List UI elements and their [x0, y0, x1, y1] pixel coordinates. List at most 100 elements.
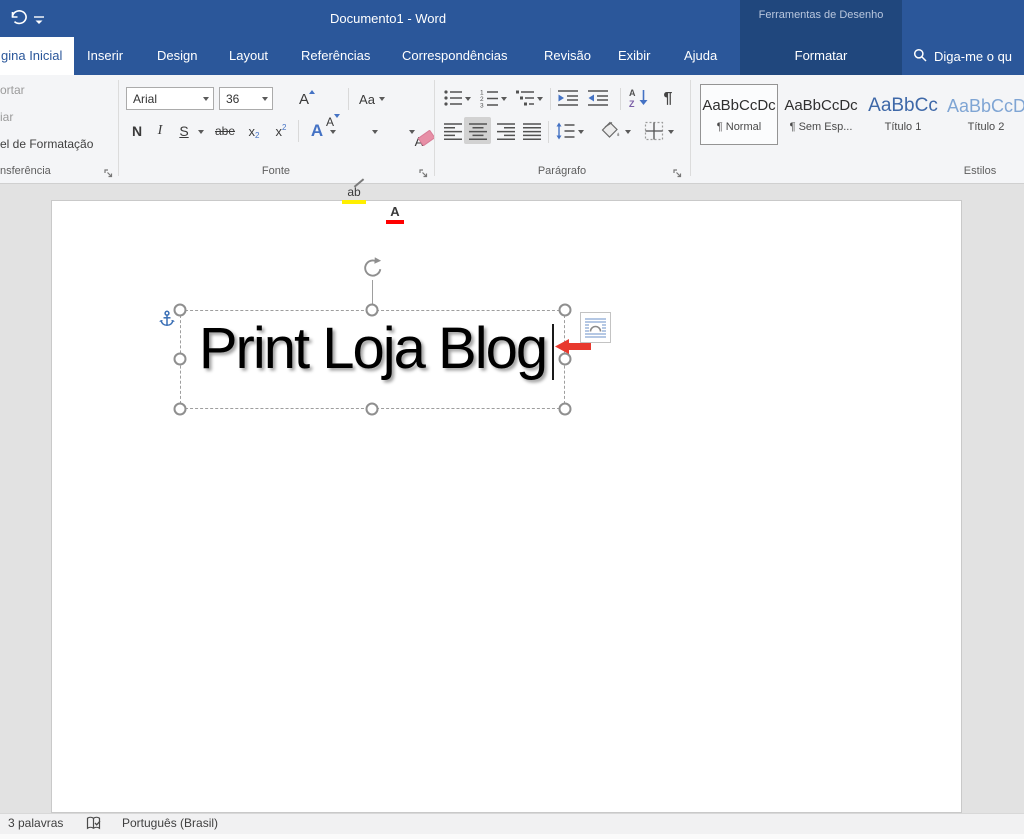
multilevel-list-icon[interactable] — [515, 88, 535, 113]
tab-referencias[interactable]: Referências — [301, 37, 370, 75]
shading-bucket-icon[interactable] — [600, 120, 622, 147]
separator — [550, 88, 551, 110]
window-title: Documento1 - Word — [330, 0, 446, 37]
tab-pagina-inicial[interactable]: gina Inicial — [0, 37, 74, 75]
line-spacing-icon[interactable] — [555, 121, 575, 146]
sort-icon[interactable]: A Z — [628, 87, 650, 114]
highlight-color-button[interactable]: ab — [342, 183, 366, 203]
anchor-icon — [159, 310, 175, 333]
decrease-indent-icon[interactable] — [557, 88, 579, 113]
style-card-normal[interactable]: AaBbCcDc ¶ Normal — [700, 84, 778, 145]
underline-button[interactable]: S — [176, 120, 192, 142]
highlight-color-bar — [342, 200, 366, 204]
handle-top-left[interactable] — [174, 304, 187, 317]
tab-layout[interactable]: Layout — [229, 37, 268, 75]
annotation-arrow-icon — [555, 339, 591, 359]
caret-up-icon — [309, 90, 315, 94]
separator — [298, 120, 299, 142]
line-spacing-chevron-icon[interactable] — [578, 130, 584, 134]
text-effects-chevron-icon[interactable] — [330, 130, 336, 134]
tab-design[interactable]: Design — [157, 37, 197, 75]
superscript-button[interactable]: x2 — [270, 120, 292, 142]
paragraph-dialog-launcher-icon[interactable] — [673, 166, 683, 184]
font-size-combobox[interactable]: 36 — [219, 87, 273, 110]
justify-icon[interactable] — [522, 121, 542, 146]
separator — [348, 88, 349, 110]
group-separator — [690, 80, 691, 176]
clipboard-dialog-launcher-icon[interactable] — [104, 166, 114, 184]
style-card-titulo-1[interactable]: AaBbCc Título 1 — [864, 84, 942, 145]
handle-top-right[interactable] — [559, 304, 572, 317]
tab-inserir[interactable]: Inserir — [87, 37, 123, 75]
borders-chevron-icon[interactable] — [668, 130, 674, 134]
handle-middle-left[interactable] — [174, 353, 187, 366]
change-case-button[interactable]: Aa — [356, 88, 388, 110]
separator — [620, 88, 621, 110]
handle-top-center[interactable] — [366, 304, 379, 317]
align-center-icon — [468, 121, 488, 141]
multilevel-chevron-icon[interactable] — [537, 97, 543, 101]
styles-group-label: Estilos — [940, 165, 1020, 177]
tab-revisao[interactable]: Revisão — [544, 37, 591, 75]
highlight-chevron-icon[interactable] — [372, 130, 378, 134]
quick-access-customize-icon[interactable] — [34, 13, 44, 31]
bold-button[interactable]: N — [128, 120, 146, 142]
clipboard-group-label: nsferência — [0, 165, 96, 177]
handle-bottom-right[interactable] — [559, 403, 572, 416]
tab-correspondencias[interactable]: Correspondências — [402, 37, 508, 75]
search-icon — [913, 48, 927, 65]
style-card-sem-espacamento[interactable]: AaBbCcDc ¶ Sem Esp... — [782, 84, 860, 145]
language-indicator[interactable]: Português (Brasil) — [122, 813, 218, 834]
shading-chevron-icon[interactable] — [625, 130, 631, 134]
increase-indent-icon[interactable] — [587, 88, 609, 113]
chevron-down-icon — [262, 97, 268, 101]
align-right-icon[interactable] — [496, 121, 516, 146]
group-separator — [118, 80, 119, 176]
contextual-tools-header: Ferramentas de Desenho — [740, 9, 902, 21]
layout-options-icon — [585, 317, 606, 338]
tab-formatar[interactable]: Formatar — [740, 48, 902, 63]
align-center-button-selected[interactable] — [464, 117, 491, 144]
group-separator — [434, 80, 435, 176]
clipboard-cut-button[interactable]: ortar — [0, 83, 25, 97]
tab-ajuda[interactable]: Ajuda — [684, 37, 717, 75]
word-count[interactable]: 3 palavras — [8, 813, 63, 834]
grow-font-button[interactable]: A — [293, 88, 315, 110]
textbox-text[interactable]: Print Loja Blog — [181, 318, 564, 380]
subscript-button[interactable]: x2 — [243, 120, 265, 142]
proofing-book-icon[interactable] — [85, 816, 102, 836]
paragraph-group-label: Parágrafo — [434, 165, 690, 177]
style-card-titulo-2[interactable]: AaBbCcD Título 2 — [946, 84, 1024, 145]
tell-me-search[interactable]: Diga-me o qu — [913, 37, 1012, 75]
handle-bottom-center[interactable] — [366, 403, 379, 416]
text-effects-button[interactable]: A — [306, 119, 328, 142]
format-painter-button[interactable]: el de Formatação — [0, 137, 93, 151]
rotate-handle-icon[interactable] — [361, 256, 385, 285]
caret-down-icon — [334, 114, 340, 118]
text-cursor — [552, 324, 554, 380]
pilcrow-icon[interactable]: ¶ — [658, 88, 678, 110]
bullets-chevron-icon[interactable] — [465, 97, 471, 101]
svg-text:A: A — [629, 88, 636, 98]
font-group-label: Fonte — [126, 165, 426, 177]
align-left-icon[interactable] — [443, 121, 463, 146]
numbering-icon[interactable]: 1 2 3 — [479, 88, 499, 113]
clipboard-copy-button[interactable]: iar — [0, 110, 13, 124]
tab-exibir[interactable]: Exibir — [618, 37, 651, 75]
italic-button[interactable]: I — [152, 120, 168, 142]
font-color-chevron-icon[interactable] — [409, 130, 415, 134]
font-family-combobox[interactable]: Arial — [126, 87, 214, 110]
document-page[interactable] — [51, 200, 962, 813]
word-window: Documento1 - Word Ferramentas de Desenho… — [0, 0, 1024, 839]
borders-icon[interactable] — [644, 121, 664, 146]
font-dialog-launcher-icon[interactable] — [419, 166, 429, 184]
strikethrough-button[interactable]: abe — [212, 120, 238, 142]
underline-chevron-icon[interactable] — [198, 130, 204, 134]
svg-text:3: 3 — [480, 103, 484, 109]
numbering-chevron-icon[interactable] — [501, 97, 507, 101]
handle-bottom-left[interactable] — [174, 403, 187, 416]
bullets-icon[interactable] — [443, 88, 463, 113]
font-color-button[interactable]: A — [386, 203, 404, 223]
contextual-tools-block: Ferramentas de Desenho Formatar — [740, 0, 902, 75]
undo-icon[interactable] — [9, 10, 27, 32]
